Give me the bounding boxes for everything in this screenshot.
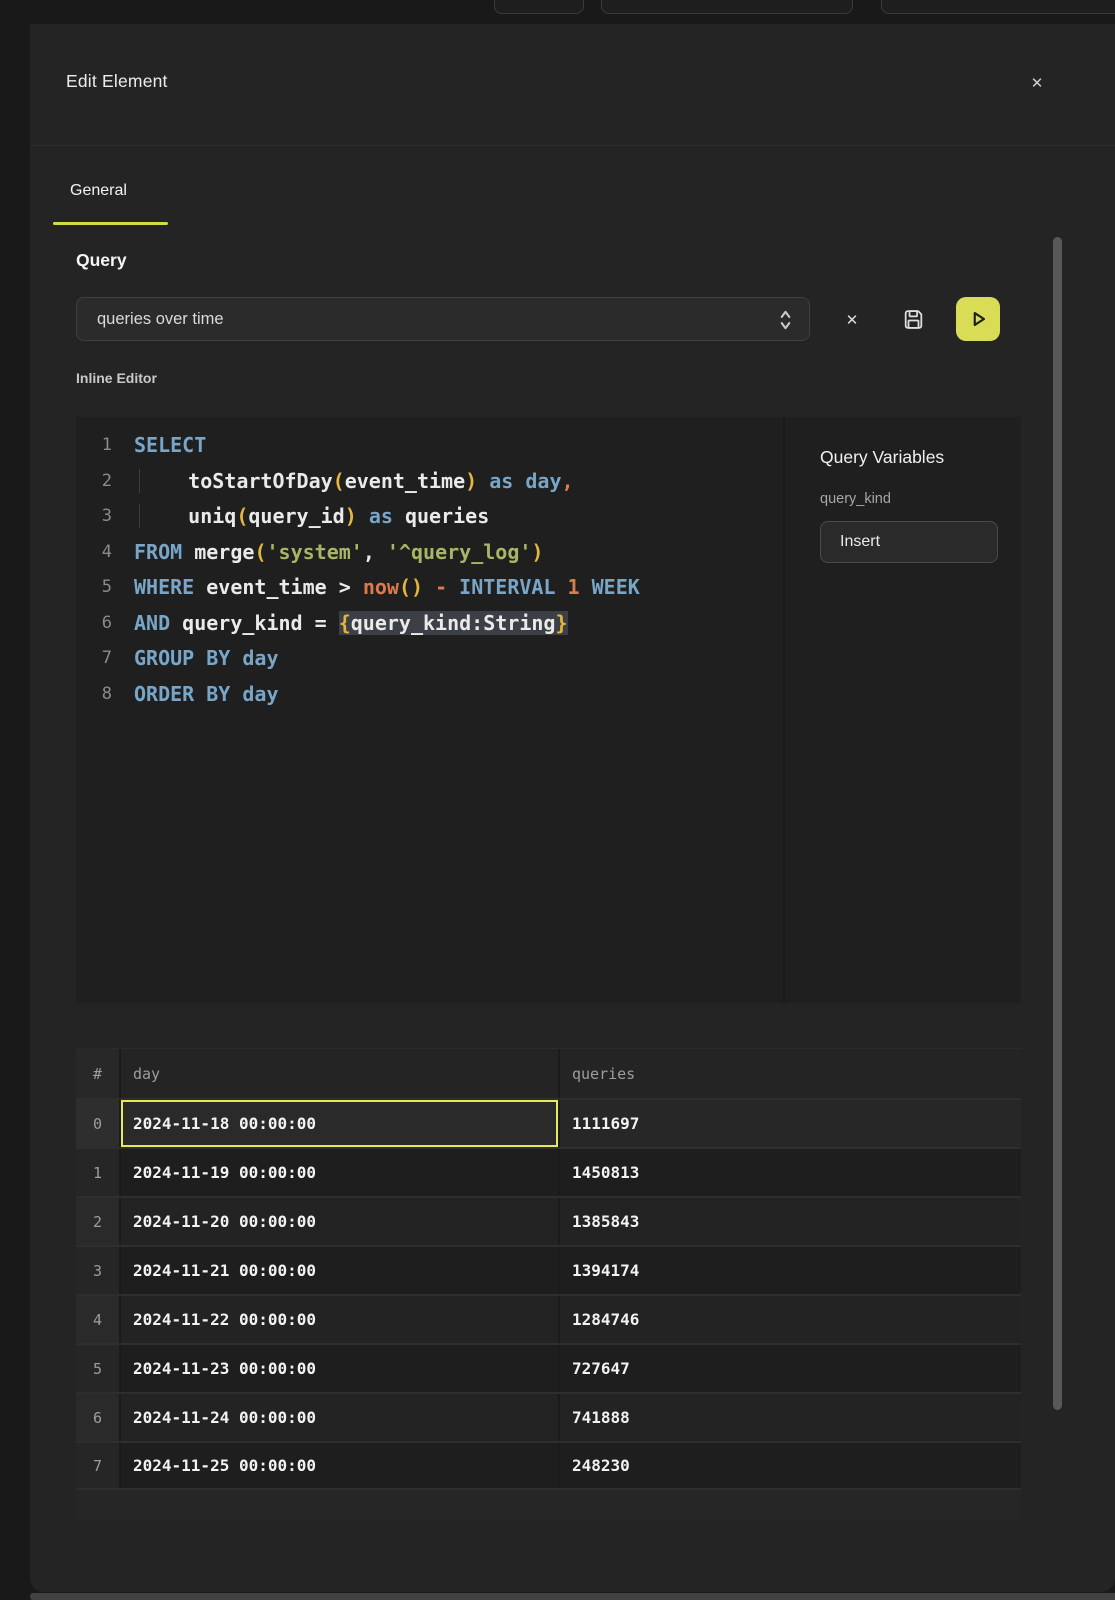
sql-editor[interactable]: 1SELECT2 toStartOfDay(event_time) as day… xyxy=(76,417,783,1003)
table-row: 62024-11-24 00:00:00741888 xyxy=(76,1392,1021,1441)
row-index: 3 xyxy=(76,1247,121,1294)
table-row: 02024-11-18 00:00:001111697 xyxy=(76,1098,1021,1147)
query-section-heading: Query xyxy=(76,250,127,271)
insert-variable-button[interactable]: Insert xyxy=(820,521,998,563)
cell-queries[interactable]: 727647 xyxy=(560,1345,1021,1392)
code-line: 4FROM merge('system', '^query_log') xyxy=(76,535,783,571)
table-row: 52024-11-23 00:00:00727647 xyxy=(76,1343,1021,1392)
cell-queries[interactable]: 1111697 xyxy=(560,1100,1021,1147)
table-row: 22024-11-20 00:00:001385843 xyxy=(76,1196,1021,1245)
results-table: #dayqueries02024-11-18 00:00:00111169712… xyxy=(76,1048,1021,1490)
row-index: 0 xyxy=(76,1100,121,1147)
table-row: 12024-11-19 00:00:001450813 xyxy=(76,1147,1021,1196)
query-select[interactable]: queries over time xyxy=(76,297,810,341)
table-row: 32024-11-21 00:00:001394174 xyxy=(76,1245,1021,1294)
line-number: 8 xyxy=(76,677,112,713)
code-line: 2 toStartOfDay(event_time) as day, xyxy=(76,464,783,500)
clear-query-icon[interactable]: ✕ xyxy=(839,307,865,333)
modal-title: Edit Element xyxy=(66,71,168,92)
code-line: 7GROUP BY day xyxy=(76,641,783,677)
background-app-button xyxy=(494,0,584,14)
line-number: 6 xyxy=(76,606,112,642)
background-app-button xyxy=(601,0,853,14)
editor-area: 1SELECT2 toStartOfDay(event_time) as day… xyxy=(76,417,1021,1003)
cell-day[interactable]: 2024-11-19 00:00:00 xyxy=(121,1149,560,1196)
header-divider xyxy=(30,145,1115,146)
cell-day[interactable]: 2024-11-23 00:00:00 xyxy=(121,1345,560,1392)
line-number: 4 xyxy=(76,535,112,571)
line-number: 2 xyxy=(76,464,112,500)
cell-queries[interactable]: 1394174 xyxy=(560,1247,1021,1294)
cell-queries[interactable]: 248230 xyxy=(560,1443,1021,1488)
code-line: 8ORDER BY day xyxy=(76,677,783,713)
cell-queries[interactable]: 1385843 xyxy=(560,1198,1021,1245)
code-line: 5WHERE event_time > now() - INTERVAL 1 W… xyxy=(76,570,783,606)
chevron-updown-icon xyxy=(778,309,793,336)
modal-vertical-scrollbar[interactable] xyxy=(1053,237,1062,1410)
line-number: 3 xyxy=(76,499,112,535)
query-variables-panel: Query Variables query_kind Insert xyxy=(783,417,1021,1003)
inline-editor-label: Inline Editor xyxy=(76,370,157,386)
screen: Edit Element ✕ General Query queries ove… xyxy=(0,0,1115,1600)
background-app-button xyxy=(881,0,1115,14)
line-number: 1 xyxy=(76,428,112,464)
query-select-value: queries over time xyxy=(97,310,224,329)
cell-day[interactable]: 2024-11-22 00:00:00 xyxy=(121,1296,560,1343)
close-icon[interactable]: ✕ xyxy=(1024,70,1050,96)
active-tab-underline xyxy=(53,222,168,225)
save-icon[interactable] xyxy=(900,306,926,332)
column-header-index: # xyxy=(76,1049,121,1098)
row-index: 7 xyxy=(76,1443,121,1488)
cell-day[interactable]: 2024-11-25 00:00:00 xyxy=(121,1443,560,1488)
edit-element-modal: Edit Element ✕ General Query queries ove… xyxy=(30,24,1115,1592)
code-line: 3 uniq(query_id) as queries xyxy=(76,499,783,535)
row-index: 1 xyxy=(76,1149,121,1196)
code-line: 1SELECT xyxy=(76,428,783,464)
cell-queries[interactable]: 741888 xyxy=(560,1394,1021,1441)
column-header-queries: queries xyxy=(560,1049,1021,1098)
cell-queries[interactable]: 1450813 xyxy=(560,1149,1021,1196)
table-header-row: #dayqueries xyxy=(76,1048,1021,1098)
cell-day[interactable]: 2024-11-18 00:00:00 xyxy=(121,1100,560,1147)
table-row: 42024-11-22 00:00:001284746 xyxy=(76,1294,1021,1343)
line-number: 7 xyxy=(76,641,112,677)
cell-day[interactable]: 2024-11-20 00:00:00 xyxy=(121,1198,560,1245)
row-index: 4 xyxy=(76,1296,121,1343)
row-index: 5 xyxy=(76,1345,121,1392)
cell-day[interactable]: 2024-11-21 00:00:00 xyxy=(121,1247,560,1294)
column-header-day: day xyxy=(121,1049,560,1098)
page-horizontal-scrollbar[interactable] xyxy=(30,1593,1115,1600)
line-number: 5 xyxy=(76,570,112,606)
tab-general[interactable]: General xyxy=(70,182,127,200)
code-line: 6AND query_kind = {query_kind:String} xyxy=(76,606,783,642)
row-index: 6 xyxy=(76,1394,121,1441)
run-query-button[interactable] xyxy=(956,297,1000,341)
variable-name: query_kind xyxy=(820,491,1001,507)
cell-day[interactable]: 2024-11-24 00:00:00 xyxy=(121,1394,560,1441)
table-scroll-gutter xyxy=(76,1490,1021,1520)
cell-queries[interactable]: 1284746 xyxy=(560,1296,1021,1343)
table-row: 72024-11-25 00:00:00248230 xyxy=(76,1441,1021,1490)
query-variables-title: Query Variables xyxy=(820,447,1001,468)
row-index: 2 xyxy=(76,1198,121,1245)
